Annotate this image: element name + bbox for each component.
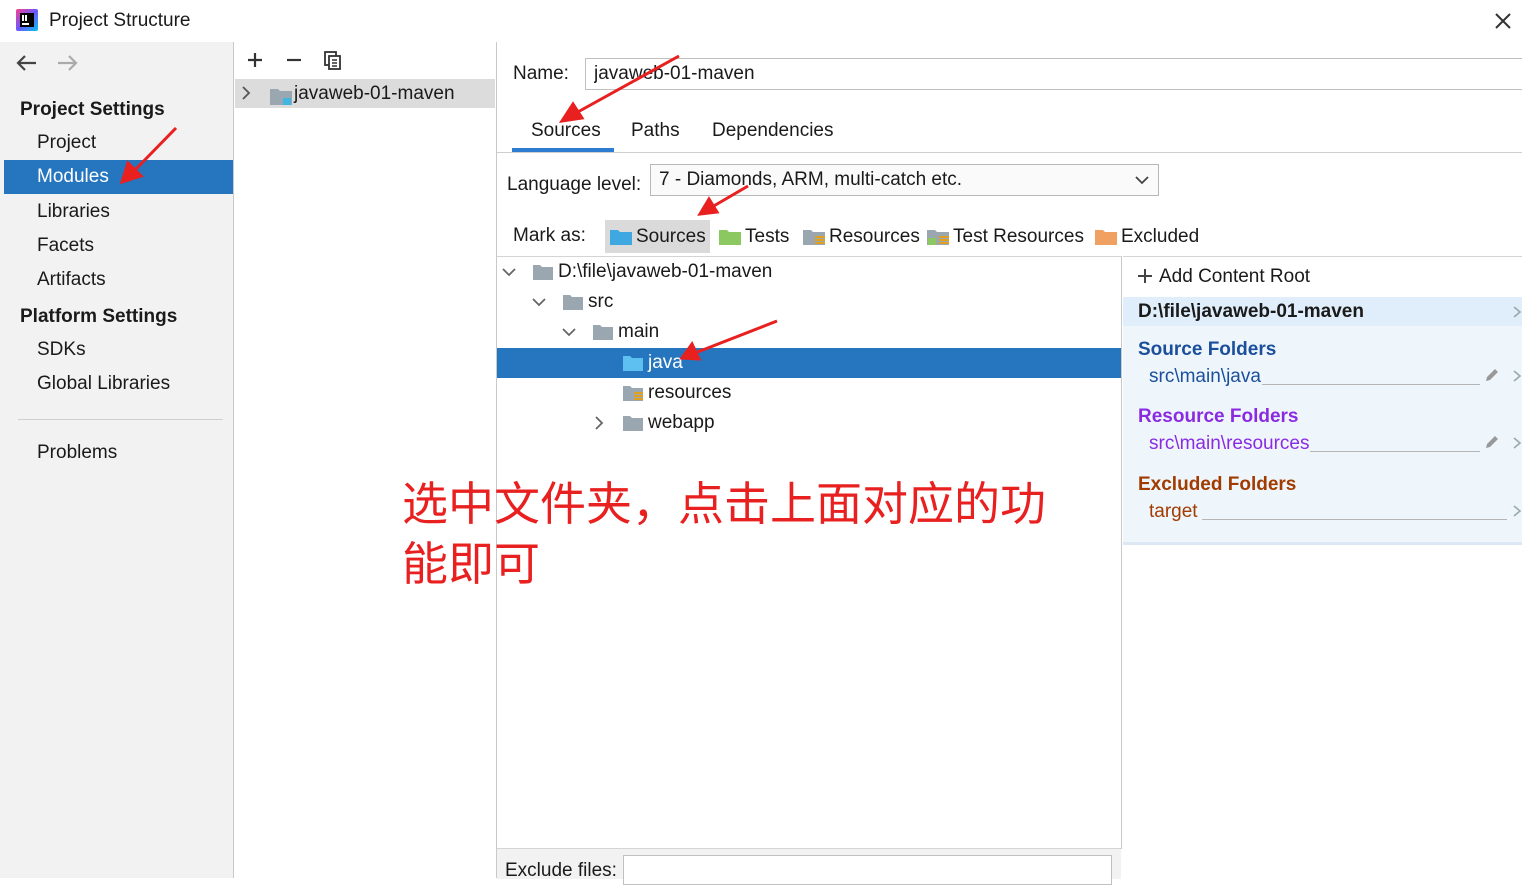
test-resources-folder-icon [926,228,950,246]
forward-arrow-icon[interactable] [55,52,79,74]
mark-as-label: Mark as: [513,225,586,246]
sidebar-divider [18,419,223,420]
project-settings-heading: Project Settings [20,99,165,120]
language-level-select[interactable]: 7 - Diamonds, ARM, multi-catch etc. [650,164,1159,196]
sidebar-item-facets[interactable]: Facets [4,229,233,263]
intellij-app-icon [16,9,38,31]
source-folders-heading: Source Folders [1138,339,1277,360]
module-folder-icon [269,86,293,106]
sidebar-item-global-libraries[interactable]: Global Libraries [4,367,233,401]
mark-as-tests-button[interactable]: Tests [714,220,793,253]
tree-row-root[interactable]: D:\file\javaweb-01-maven [497,257,1121,287]
sidebar-item-problems[interactable]: Problems [4,436,233,470]
name-label: Name: [513,63,569,84]
chevron-right-icon[interactable] [1512,369,1522,383]
back-arrow-icon[interactable] [15,52,39,74]
chevron-right-icon[interactable] [1512,305,1522,319]
mark-as-test-resources-button[interactable]: Test Resources [922,220,1088,253]
tab-dependencies[interactable]: Dependencies [712,120,833,152]
tree-row-webapp[interactable]: webapp [497,408,1121,438]
tree-row-src[interactable]: src [497,287,1121,317]
sidebar-item-artifacts[interactable]: Artifacts [4,263,233,297]
folder-icon [532,264,554,281]
dotted-leader [1310,451,1480,452]
folder-icon [562,294,584,311]
arrow-to-mark-sources [697,196,720,216]
mark-as-sources-button[interactable]: Sources [605,220,710,253]
dotted-leader [1202,519,1507,520]
excluded-folders-heading: Excluded Folders [1138,474,1297,495]
copy-icon[interactable] [323,50,343,70]
module-name-label: javaweb-01-maven [294,83,455,104]
source-folder-icon [622,355,644,372]
chevron-down-icon [1134,173,1150,187]
chevron-right-icon[interactable] [592,416,606,430]
exclude-files-input[interactable] [623,855,1112,885]
language-level-label: Language level: [507,174,642,195]
module-name-input[interactable] [585,58,1522,90]
sidebar-item-libraries[interactable]: Libraries [4,195,233,229]
chevron-right-icon[interactable] [1512,504,1522,518]
chevron-down-icon[interactable] [532,295,546,309]
folder-icon [622,415,644,432]
tab-paths[interactable]: Paths [631,120,680,152]
title-bar [0,0,1522,42]
arrow-to-sources-tab [558,101,585,123]
pencil-icon[interactable] [1484,434,1500,450]
plus-icon [1137,268,1153,284]
exclude-files-label: Exclude files: [505,860,617,881]
tree-row-resources[interactable]: resources [497,378,1121,408]
source-folder-icon [609,228,633,246]
language-level-value: 7 - Diamonds, ARM, multi-catch etc. [659,169,963,190]
sidebar-item-sdks[interactable]: SDKs [4,333,233,367]
tree-row-java[interactable]: java [497,348,1121,378]
chevron-right-icon[interactable] [239,86,253,100]
test-folder-icon [718,228,742,246]
sidebar-item-modules[interactable]: Modules [4,160,233,194]
pencil-icon[interactable] [1484,367,1500,383]
resource-folder-item[interactable]: src\main\resources [1149,433,1310,455]
content-root-path: D:\file\javaweb-01-maven [1138,301,1364,322]
add-icon[interactable] [245,50,265,70]
add-content-root-button[interactable]: Add Content Root [1137,266,1310,288]
tree-row-main[interactable]: main [497,317,1121,347]
platform-settings-heading: Platform Settings [20,306,178,327]
excluded-folder-icon [1094,228,1118,246]
close-icon[interactable] [1492,10,1514,32]
chevron-right-icon[interactable] [1512,436,1522,450]
excluded-folder-item[interactable]: target [1149,501,1198,523]
remove-icon[interactable] [284,50,304,70]
mark-as-resources-button[interactable]: Resources [798,220,924,253]
resources-folder-icon [802,228,826,246]
source-folder-item[interactable]: src\main\java [1149,366,1261,388]
module-list-panel [234,42,497,878]
chevron-down-icon[interactable] [562,325,576,339]
sidebar-item-project[interactable]: Project [4,126,233,160]
chevron-down-icon[interactable] [502,265,516,279]
window-title: Project Structure [49,10,191,31]
resources-folder-icon [622,385,644,402]
mark-as-excluded-button[interactable]: Excluded [1090,220,1203,253]
dotted-leader [1262,384,1480,385]
folder-icon [592,324,614,341]
resource-folders-heading: Resource Folders [1138,406,1299,427]
annotation-text: 选中文件夹，点击上面对应的功 能即可 [402,478,1046,590]
tabs-divider [497,152,1522,153]
